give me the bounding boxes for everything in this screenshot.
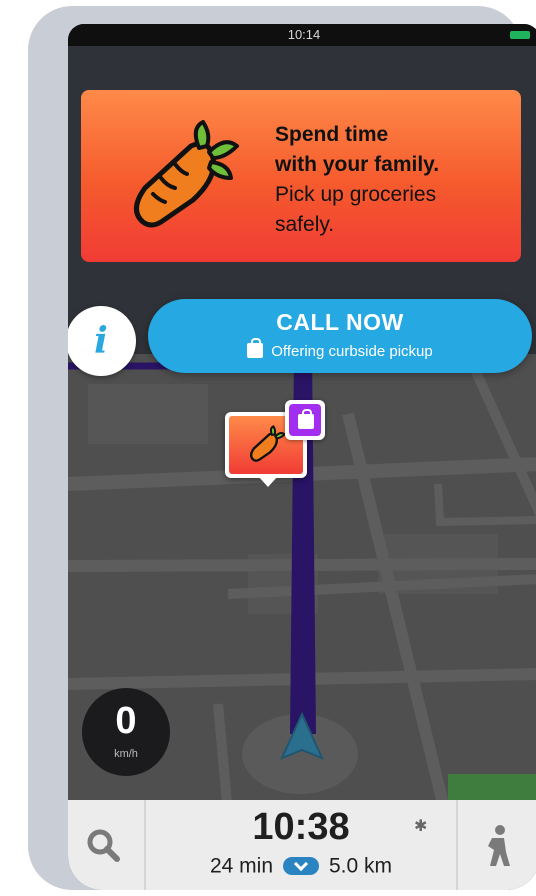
pin-badge-background [289, 404, 321, 436]
battery-icon [510, 31, 530, 39]
promo-title: Spend time with your family. [275, 123, 440, 176]
promo-subtitle: Pick up groceries safely. [275, 183, 437, 236]
status-time: 10:14 [287, 27, 321, 42]
pin-shopping-badge [285, 400, 325, 440]
trip-distance: 5.0 km [329, 854, 393, 878]
pin-tail [258, 476, 278, 487]
speed-unit: km/h [114, 748, 138, 760]
curbside-pickup-label: Offering curbside pickup [148, 338, 532, 360]
shopping-bag-icon [247, 338, 264, 358]
phone-frame: 10:14 Spend time with your family. Pick … [28, 6, 536, 890]
info-icon[interactable]: i [68, 306, 136, 376]
carrot-icon [250, 425, 286, 462]
search-icon[interactable] [86, 828, 120, 862]
divider [456, 800, 458, 890]
app-screen: 10:14 Spend time with your family. Pick … [68, 24, 536, 890]
call-now-subtitle: Offering curbside pickup [271, 343, 433, 360]
call-now-button[interactable]: CALL NOW Offering curbside pickup [148, 299, 532, 373]
chevron-down-icon[interactable] [283, 857, 319, 876]
bottom-bar: 10:38 24 min 5.0 km ✱ [68, 800, 536, 890]
speedometer: 0 km/h [82, 688, 170, 776]
speed-value: 0 [115, 700, 137, 742]
pedestrian-icon[interactable] [480, 824, 516, 868]
call-now-label: CALL NOW [276, 309, 404, 335]
carrot-icon [134, 120, 239, 228]
trip-summary[interactable]: 24 min 5.0 km [146, 854, 456, 878]
shopping-bag-icon [298, 409, 314, 429]
promo-banner[interactable]: Spend time with your family. Pick up gro… [81, 90, 521, 262]
status-bar: 10:14 [68, 24, 536, 46]
bluetooth-icon: ✱ [414, 816, 428, 835]
trip-duration: 24 min [209, 854, 273, 878]
eta-time[interactable]: 10:38 [146, 806, 456, 849]
